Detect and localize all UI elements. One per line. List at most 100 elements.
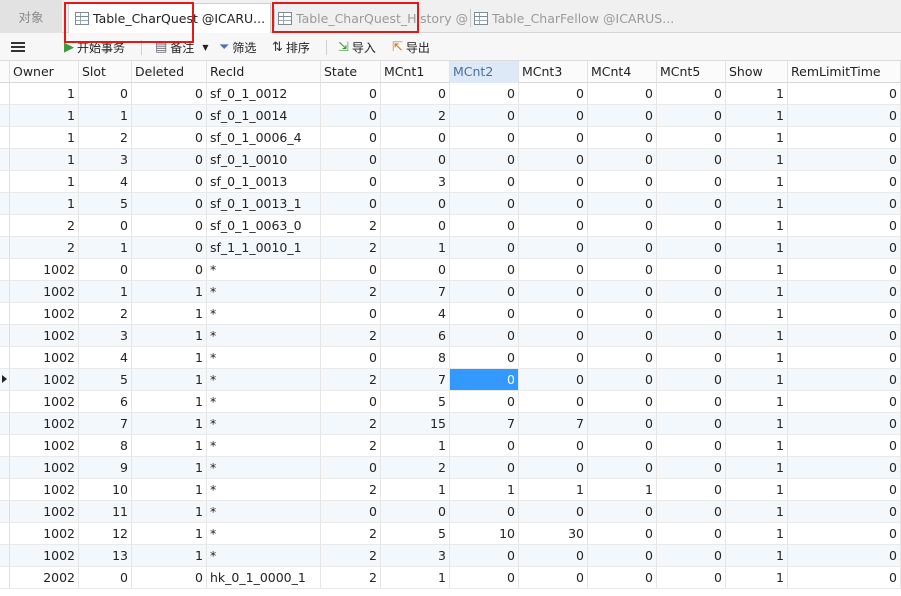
cell-recid[interactable]: *: [207, 347, 321, 368]
cell-state[interactable]: 0: [321, 149, 381, 170]
cell-deleted[interactable]: 0: [132, 193, 207, 214]
row-marker[interactable]: [0, 523, 10, 544]
cell-recid[interactable]: *: [207, 281, 321, 302]
cell-owner[interactable]: 1: [10, 83, 79, 104]
cell-deleted[interactable]: 1: [132, 369, 207, 390]
cell-mcnt1[interactable]: 0: [381, 259, 450, 280]
cell-state[interactable]: 0: [321, 303, 381, 324]
cell-mcnt3[interactable]: 0: [519, 435, 588, 456]
cell-deleted[interactable]: 1: [132, 413, 207, 434]
cell-show[interactable]: 1: [726, 501, 788, 522]
cell-state[interactable]: 0: [321, 127, 381, 148]
cell-slot[interactable]: 5: [79, 193, 132, 214]
row-marker[interactable]: [0, 83, 10, 104]
cell-owner[interactable]: 1: [10, 105, 79, 126]
cell-state[interactable]: 0: [321, 83, 381, 104]
cell-owner[interactable]: 1002: [10, 347, 79, 368]
cell-owner[interactable]: 1002: [10, 281, 79, 302]
cell-slot[interactable]: 0: [79, 215, 132, 236]
cell-remlimittime[interactable]: 0: [788, 523, 901, 544]
cell-remlimittime[interactable]: 0: [788, 105, 901, 126]
cell-mcnt1[interactable]: 0: [381, 149, 450, 170]
cell-show[interactable]: 1: [726, 303, 788, 324]
dropdown-arrow-icon[interactable]: ▼: [202, 43, 208, 52]
cell-deleted[interactable]: 0: [132, 83, 207, 104]
cell-mcnt1[interactable]: 5: [381, 523, 450, 544]
row-marker[interactable]: [0, 413, 10, 434]
cell-mcnt4[interactable]: 0: [588, 215, 657, 236]
column-header-state[interactable]: State: [321, 61, 381, 83]
cell-owner[interactable]: 1: [10, 171, 79, 192]
cell-owner[interactable]: 2: [10, 215, 79, 236]
cell-owner[interactable]: 1002: [10, 523, 79, 544]
cell-mcnt2[interactable]: 0: [450, 501, 519, 522]
cell-mcnt5[interactable]: 0: [657, 281, 726, 302]
cell-mcnt2[interactable]: 0: [450, 567, 519, 588]
cell-mcnt1[interactable]: 8: [381, 347, 450, 368]
cell-mcnt1[interactable]: 3: [381, 171, 450, 192]
cell-mcnt3[interactable]: 0: [519, 391, 588, 412]
row-marker[interactable]: [0, 391, 10, 412]
row-marker[interactable]: [0, 567, 10, 588]
cell-remlimittime[interactable]: 0: [788, 127, 901, 148]
cell-mcnt2[interactable]: 7: [450, 413, 519, 434]
cell-mcnt5[interactable]: 0: [657, 127, 726, 148]
menu-icon[interactable]: [11, 42, 25, 53]
cell-state[interactable]: 2: [321, 545, 381, 566]
cell-state[interactable]: 2: [321, 215, 381, 236]
cell-owner[interactable]: 1002: [10, 369, 79, 390]
cell-mcnt3[interactable]: 1: [519, 479, 588, 500]
cell-remlimittime[interactable]: 0: [788, 391, 901, 412]
cell-deleted[interactable]: 0: [132, 237, 207, 258]
note-button[interactable]: ▤ 备注 ▼: [155, 38, 208, 56]
column-header-deleted[interactable]: Deleted: [132, 61, 207, 83]
table-row[interactable]: 1002 4 1 * 0 8 0 0 0 0 1 0: [0, 347, 901, 369]
cell-owner[interactable]: 1002: [10, 325, 79, 346]
cell-state[interactable]: 2: [321, 479, 381, 500]
cell-owner[interactable]: 1: [10, 127, 79, 148]
cell-mcnt2[interactable]: 0: [450, 347, 519, 368]
cell-recid[interactable]: *: [207, 391, 321, 412]
cell-deleted[interactable]: 1: [132, 479, 207, 500]
cell-state[interactable]: 0: [321, 259, 381, 280]
cell-mcnt3[interactable]: 0: [519, 303, 588, 324]
cell-show[interactable]: 1: [726, 193, 788, 214]
cell-mcnt4[interactable]: 0: [588, 259, 657, 280]
cell-mcnt5[interactable]: 0: [657, 303, 726, 324]
cell-recid[interactable]: *: [207, 523, 321, 544]
cell-mcnt1[interactable]: 4: [381, 303, 450, 324]
table-row[interactable]: 1002 1 1 * 2 7 0 0 0 0 1 0: [0, 281, 901, 303]
cell-slot[interactable]: 10: [79, 479, 132, 500]
cell-mcnt1[interactable]: 7: [381, 369, 450, 390]
table-row[interactable]: 2 1 0 sf_1_1_0010_1 2 1 0 0 0 0 1 0: [0, 237, 901, 259]
column-header-mcnt1[interactable]: MCnt1: [381, 61, 450, 83]
cell-remlimittime[interactable]: 0: [788, 303, 901, 324]
cell-state[interactable]: 2: [321, 281, 381, 302]
cell-mcnt4[interactable]: 0: [588, 83, 657, 104]
cell-state[interactable]: 2: [321, 567, 381, 588]
table-row[interactable]: 2002 0 0 hk_0_1_0000_1 2 1 0 0 0 0 1 0: [0, 567, 901, 589]
cell-mcnt3[interactable]: 0: [519, 171, 588, 192]
cell-owner[interactable]: 1: [10, 149, 79, 170]
cell-owner[interactable]: 2002: [10, 567, 79, 588]
cell-show[interactable]: 1: [726, 259, 788, 280]
cell-owner[interactable]: 2: [10, 237, 79, 258]
cell-show[interactable]: 1: [726, 435, 788, 456]
cell-mcnt2[interactable]: 0: [450, 391, 519, 412]
tab-table-charquest[interactable]: Table_CharQuest @ICARU... ✕: [68, 3, 271, 33]
cell-mcnt1[interactable]: 1: [381, 567, 450, 588]
cell-mcnt3[interactable]: 30: [519, 523, 588, 544]
column-header-recid[interactable]: RecId: [207, 61, 321, 83]
cell-show[interactable]: 1: [726, 347, 788, 368]
cell-mcnt3[interactable]: 0: [519, 149, 588, 170]
cell-remlimittime[interactable]: 0: [788, 83, 901, 104]
cell-deleted[interactable]: 1: [132, 435, 207, 456]
sort-button[interactable]: ⇅ 排序: [272, 38, 310, 56]
cell-remlimittime[interactable]: 0: [788, 347, 901, 368]
cell-mcnt4[interactable]: 0: [588, 237, 657, 258]
cell-mcnt5[interactable]: 0: [657, 391, 726, 412]
table-row[interactable]: 1 4 0 sf_0_1_0013 0 3 0 0 0 0 1 0: [0, 171, 901, 193]
cell-remlimittime[interactable]: 0: [788, 413, 901, 434]
cell-owner[interactable]: 1002: [10, 479, 79, 500]
cell-owner[interactable]: 1002: [10, 391, 79, 412]
